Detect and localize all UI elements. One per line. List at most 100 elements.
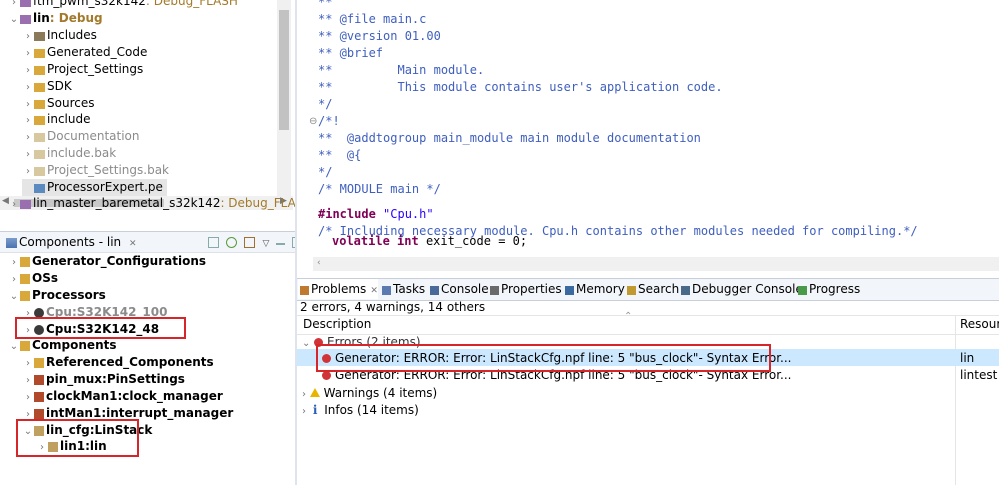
code-line: /*! xyxy=(318,114,340,128)
chevron-right-icon[interactable]: › xyxy=(8,254,20,271)
component-tree-item[interactable]: › Generator_Configurations xyxy=(8,253,206,270)
declaration-text: exit_code = 0; xyxy=(425,234,528,248)
column-divider[interactable] xyxy=(955,315,956,485)
warnings-group-row[interactable]: › Warnings (4 items) xyxy=(302,385,437,401)
highlight-box-cpu48 xyxy=(15,317,186,339)
tab-memory[interactable]: Memory xyxy=(565,281,625,297)
folder-icon xyxy=(34,133,45,142)
chevron-right-icon[interactable]: › xyxy=(8,196,20,213)
project-tree-item[interactable]: › Project_Settings xyxy=(22,61,143,78)
chevron-right-icon[interactable]: › xyxy=(22,146,34,163)
build-config-label: : Debug_FLASH xyxy=(145,0,238,8)
component-tree-item[interactable]: ⌄ Processors xyxy=(8,287,106,304)
chevron-right-icon[interactable]: › xyxy=(302,389,306,400)
chevron-right-icon[interactable]: › xyxy=(8,271,20,288)
fold-marker-icon[interactable]: ⊖ xyxy=(309,113,317,130)
column-resource[interactable]: Resource xyxy=(960,317,999,332)
chevron-right-icon[interactable]: › xyxy=(22,79,34,96)
chevron-right-icon[interactable]: › xyxy=(302,406,306,417)
editor-ruler xyxy=(297,0,309,257)
components-view-tab[interactable]: Components - lin ✕ xyxy=(6,234,137,250)
tab-tasks[interactable]: Tasks xyxy=(382,281,425,297)
project-tree-item[interactable]: › include xyxy=(22,111,90,128)
chevron-right-icon[interactable]: › xyxy=(22,355,34,372)
chevron-down-icon[interactable]: ⌄ xyxy=(8,11,20,28)
tab-problems[interactable]: Problems ✕ xyxy=(300,281,378,297)
close-icon[interactable]: ✕ xyxy=(129,239,137,249)
close-icon[interactable]: ✕ xyxy=(370,286,378,296)
component-tree-item[interactable]: › OSs xyxy=(8,270,58,287)
project-tree-label: Documentation xyxy=(47,129,140,143)
console-icon xyxy=(430,286,439,295)
project-tree-item[interactable]: › include.bak xyxy=(22,145,116,162)
memory-icon xyxy=(565,286,574,295)
tab-properties[interactable]: Properties xyxy=(490,281,562,297)
project-tree-item[interactable]: › Project_Settings.bak xyxy=(22,162,169,179)
problem-resource: lintest xyxy=(960,368,998,382)
project-tree-label: ftm_pwm_s32k142 xyxy=(33,0,146,8)
project-explorer-vscrollbar[interactable] xyxy=(277,0,291,196)
tab-label: Problems xyxy=(311,282,367,296)
component-tree-item[interactable]: › pin_mux:PinSettings xyxy=(22,371,185,388)
chevron-right-icon[interactable]: › xyxy=(22,28,34,45)
folder-icon xyxy=(34,116,45,125)
project-icon xyxy=(20,0,31,7)
tab-progress[interactable]: Progress xyxy=(798,281,860,297)
properties-icon xyxy=(490,286,499,295)
project-tree-label: lin xyxy=(33,11,50,25)
minimize-icon[interactable] xyxy=(276,241,286,245)
build-config-label: : Debug xyxy=(49,11,103,25)
tab-console[interactable]: Console xyxy=(430,281,489,297)
code-line: ** @file main.c xyxy=(318,12,427,26)
project-tree-item[interactable]: › Documentation xyxy=(22,128,140,145)
problems-table-header xyxy=(297,315,999,335)
chevron-right-icon[interactable]: › xyxy=(22,129,34,146)
collapse-all-icon[interactable] xyxy=(208,237,219,248)
components-view-title: Components - lin xyxy=(19,235,122,249)
folder-icon xyxy=(34,49,45,58)
project-tree-item[interactable]: › Sources xyxy=(22,95,94,112)
column-description[interactable]: Description xyxy=(303,317,371,332)
warning-icon xyxy=(309,388,320,397)
code-line: ** @{ xyxy=(318,148,362,162)
folder-icon xyxy=(34,66,45,75)
sort-icon[interactable] xyxy=(243,237,255,248)
component-tree-item[interactable]: › clockMan1:clock_manager xyxy=(22,388,223,405)
code-line: */ xyxy=(318,165,333,179)
folder-icon xyxy=(34,32,45,41)
chevron-down-icon[interactable]: ⌄ xyxy=(8,338,20,355)
view-menu-icon[interactable]: ▽ xyxy=(262,239,269,249)
chevron-right-icon[interactable]: › xyxy=(22,163,34,180)
folder-icon xyxy=(34,100,45,109)
component-tree-item[interactable]: › Referenced_Components xyxy=(22,354,214,371)
project-tree-item[interactable]: › Generated_Code xyxy=(22,44,147,61)
component-icon xyxy=(34,409,44,419)
project-tree-item[interactable]: ⌄ lin: Debug xyxy=(8,10,103,27)
editor-hscrollbar[interactable]: ‹ xyxy=(313,257,999,271)
chevron-right-icon[interactable]: › xyxy=(22,62,34,79)
code-line: ** xyxy=(318,0,333,9)
chevron-down-icon[interactable]: ⌄ xyxy=(8,288,20,305)
tab-search[interactable]: Search xyxy=(627,281,679,297)
scrollbar-thumb[interactable] xyxy=(279,10,289,130)
component-tree-label: pin_mux:PinSettings xyxy=(46,372,185,386)
project-tree-item[interactable]: › Includes xyxy=(22,27,97,44)
chevron-down-icon[interactable]: ⌄ xyxy=(302,338,310,349)
scroll-left-arrow[interactable]: ‹ xyxy=(317,258,321,268)
file-icon xyxy=(34,184,45,193)
refresh-icon[interactable] xyxy=(225,237,237,248)
tab-debugger-console[interactable]: Debugger Console xyxy=(681,281,803,297)
infos-group-row[interactable]: › i Infos (14 items) xyxy=(302,402,419,418)
chevron-right-icon[interactable]: › xyxy=(22,112,34,129)
project-tree-item[interactable]: › lin_master_baremetal_s32k142: Debug_FLA… xyxy=(8,195,313,212)
project-tree-item[interactable]: ProcessorExpert.pe xyxy=(22,179,167,196)
chevron-right-icon[interactable]: › xyxy=(22,45,34,62)
component-tree-item[interactable]: ⌄ Components xyxy=(8,337,117,354)
infos-group-label: Infos (14 items) xyxy=(324,403,419,417)
folder-icon xyxy=(34,150,45,159)
project-tree-item[interactable]: › ftm_pwm_s32k142: Debug_FLASH xyxy=(8,0,238,10)
chevron-right-icon[interactable]: › xyxy=(22,372,34,389)
project-tree-item[interactable]: › SDK xyxy=(22,78,72,95)
project-tree-label: Project_Settings.bak xyxy=(47,163,170,177)
chevron-right-icon[interactable]: › xyxy=(22,389,34,406)
